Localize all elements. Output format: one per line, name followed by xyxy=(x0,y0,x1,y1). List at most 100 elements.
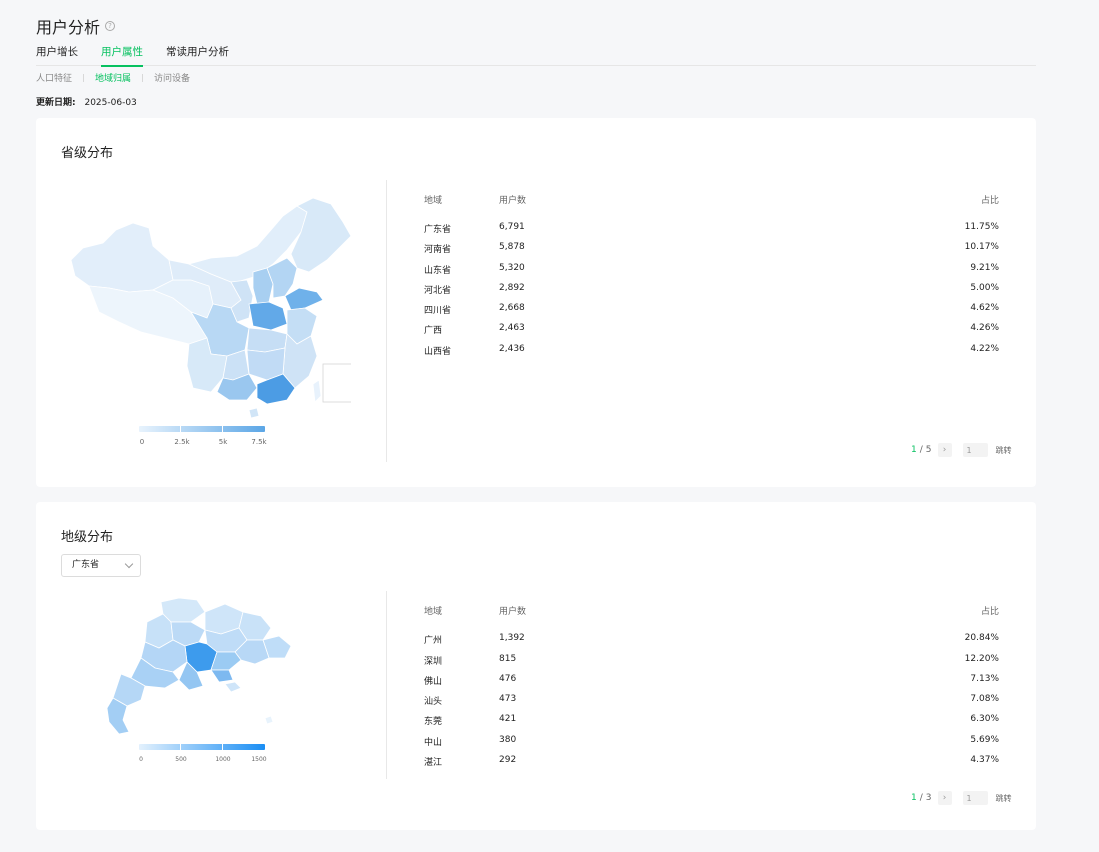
update-date-row: 更新日期: 2025-06-03 xyxy=(36,95,137,108)
pager-current: 1 xyxy=(911,793,917,803)
table-row: 河北省 2,892 5.00% xyxy=(424,283,999,303)
table-row: 广西 2,463 4.26% xyxy=(424,323,999,343)
column-header-region: 地域 xyxy=(424,607,443,617)
map-region xyxy=(224,681,242,693)
update-date-label: 更新日期: xyxy=(36,98,76,108)
column-header-pct: 占比 xyxy=(980,196,999,206)
legend-label: 2.5k xyxy=(174,438,190,446)
pager-separator: / xyxy=(919,445,923,455)
table-row: 湛江 292 4.37% xyxy=(424,755,999,775)
table-row: 汕头 473 7.08% xyxy=(424,694,999,714)
tab-user-growth[interactable]: 用户增长 xyxy=(36,46,78,66)
pager-total: 3 xyxy=(925,793,932,803)
legend-tick xyxy=(222,744,223,750)
tab-user-attributes[interactable]: 用户属性 xyxy=(101,46,143,67)
question-circle-icon[interactable]: ? xyxy=(105,21,116,31)
cell-users: 421 xyxy=(499,714,517,724)
cell-pct: 7.08% xyxy=(970,694,999,704)
chevron-down-icon xyxy=(124,559,134,569)
city-pager: 1 / 3 › 跳转 xyxy=(911,791,1012,805)
cell-pct: 11.75% xyxy=(964,222,999,232)
subtab-divider xyxy=(142,73,144,82)
cell-region: 广州 xyxy=(424,636,443,646)
table-row: 中山 380 5.69% xyxy=(424,735,999,755)
column-header-region: 地域 xyxy=(424,196,443,206)
cell-users: 473 xyxy=(499,694,517,704)
legend-label: 7.5k xyxy=(251,438,267,446)
subtab-demographics[interactable]: 人口特征 xyxy=(36,71,72,84)
pager-page-input[interactable] xyxy=(962,443,988,457)
pager-jump-button[interactable]: 跳转 xyxy=(996,793,1012,804)
cell-region: 东莞 xyxy=(424,717,443,727)
cell-region: 汕头 xyxy=(424,697,443,707)
table-row: 广东省 6,791 11.75% xyxy=(424,222,999,242)
legend-gradient-bar xyxy=(139,426,265,432)
page-title-text: 用户分析 xyxy=(36,18,101,37)
province-select-value: 广东省 xyxy=(72,560,100,570)
cell-pct: 12.20% xyxy=(964,654,999,664)
pager-next-button[interactable]: › xyxy=(937,791,952,805)
legend-label: 500 xyxy=(175,756,187,763)
pager-page-input[interactable] xyxy=(962,791,988,805)
cell-users: 2,892 xyxy=(499,283,525,293)
legend-gradient-bar xyxy=(139,744,265,750)
table-row: 东莞 421 6.30% xyxy=(424,714,999,734)
map-region xyxy=(210,669,234,683)
legend-tick xyxy=(222,426,223,432)
cell-users: 2,463 xyxy=(499,323,525,333)
cell-region: 深圳 xyxy=(424,657,443,667)
cell-users: 1,392 xyxy=(499,633,525,643)
update-date-value: 2025-06-03 xyxy=(84,98,137,108)
map-region xyxy=(284,287,324,311)
sub-tabs: 人口特征 地域归属 访问设备 xyxy=(36,71,190,84)
cell-users: 476 xyxy=(499,674,517,684)
table-row: 河南省 5,878 10.17% xyxy=(424,242,999,262)
cell-pct: 5.00% xyxy=(970,283,999,293)
legend-label: 0 xyxy=(139,438,145,446)
legend-tick xyxy=(180,744,181,750)
china-province-map[interactable] xyxy=(61,188,354,419)
pager-jump-button[interactable]: 跳转 xyxy=(996,445,1012,456)
pager-separator: / xyxy=(919,793,923,803)
province-pager: 1 / 5 › 跳转 xyxy=(911,443,1012,457)
province-distribution-card: 省级分布 0 2.5k 5k 7.5k 地域 用户数 占比 广东省 6,791 … xyxy=(36,118,1036,487)
cell-users: 292 xyxy=(499,755,517,765)
page-title: 用户分析 ? xyxy=(36,14,116,38)
map-region xyxy=(70,222,174,293)
pager-next-button[interactable]: › xyxy=(937,443,952,457)
map-region xyxy=(248,301,288,331)
guangdong-city-map[interactable] xyxy=(101,594,301,744)
pager-total: 5 xyxy=(925,445,932,455)
card-divider xyxy=(386,591,387,779)
cell-users: 380 xyxy=(499,735,517,745)
legend-label: 0 xyxy=(139,756,143,763)
cell-region: 佛山 xyxy=(424,677,443,687)
cell-pct: 6.30% xyxy=(970,714,999,724)
cell-region: 山西省 xyxy=(424,347,452,357)
subtab-devices[interactable]: 访问设备 xyxy=(154,71,190,84)
cell-pct: 4.37% xyxy=(970,755,999,765)
cell-pct: 10.17% xyxy=(964,242,999,252)
column-header-users: 用户数 xyxy=(499,607,527,617)
cell-region: 河北省 xyxy=(424,286,452,296)
cell-pct: 20.84% xyxy=(964,633,999,643)
legend-label: 1000 xyxy=(215,756,231,763)
cell-region: 河南省 xyxy=(424,245,452,255)
cell-pct: 4.26% xyxy=(970,323,999,333)
table-row: 四川省 2,668 4.62% xyxy=(424,303,999,323)
tab-frequent-readers[interactable]: 常读用户分析 xyxy=(166,46,229,66)
legend-label: 1500 xyxy=(251,756,267,763)
cell-users: 5,320 xyxy=(499,263,525,273)
subtab-region[interactable]: 地域归属 xyxy=(95,71,131,84)
cell-users: 6,791 xyxy=(499,222,525,232)
pager-current: 1 xyxy=(911,445,917,455)
cell-region: 广东省 xyxy=(424,225,452,235)
province-select[interactable]: 广东省 xyxy=(61,554,141,577)
map-region xyxy=(248,407,260,419)
cell-pct: 5.69% xyxy=(970,735,999,745)
table-row: 佛山 476 7.13% xyxy=(424,674,999,694)
map-region xyxy=(264,715,274,725)
card-divider xyxy=(386,180,387,462)
table-row: 深圳 815 12.20% xyxy=(424,654,999,674)
main-tabs: 用户增长 用户属性 常读用户分析 xyxy=(36,46,1036,67)
